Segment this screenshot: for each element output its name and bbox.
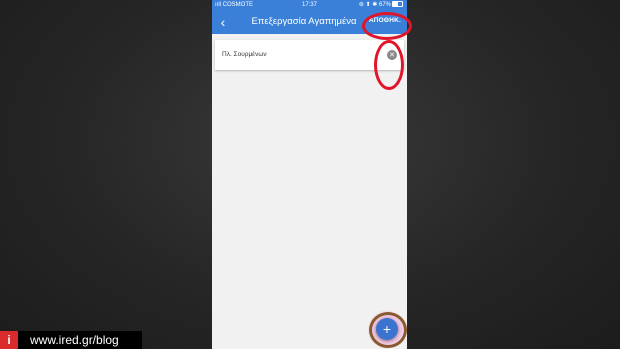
app-bar: ‹ Επεξεργασία Αγαπημένα ΑΠΟΘΗΚ. <box>212 10 407 34</box>
favorite-label[interactable]: Πλ. Σουρμένων <box>222 40 267 70</box>
plus-icon: + <box>382 321 392 337</box>
page-title: Επεξεργασία Αγαπημένα <box>251 16 357 27</box>
save-button[interactable]: ΑΠΟΘΗΚ. <box>369 17 401 24</box>
watermark-bar: i www.ired.gr/blog <box>0 331 142 349</box>
back-chevron-icon[interactable]: ‹ <box>216 12 230 32</box>
status-indicators: ⊚ ⬆ ✱ 67% <box>358 2 391 8</box>
status-right: ⊚ ⬆ ✱ 67% <box>359 0 403 10</box>
battery-icon <box>392 1 403 8</box>
phone-screen: ııll COSMOTE 17:37 ⊚ ⬆ ✱ 67% ‹ Επεξεργασ… <box>212 0 407 349</box>
status-bar: ııll COSMOTE 17:37 ⊚ ⬆ ✱ 67% <box>212 0 407 10</box>
add-favorite-button[interactable]: + <box>376 318 398 340</box>
ired-logo: i <box>0 331 18 349</box>
favorite-item[interactable]: Πλ. Σουρμένων ✕ <box>215 40 404 70</box>
watermark-text: www.ired.gr/blog <box>30 333 119 347</box>
clear-circle-icon[interactable]: ✕ <box>387 50 397 60</box>
